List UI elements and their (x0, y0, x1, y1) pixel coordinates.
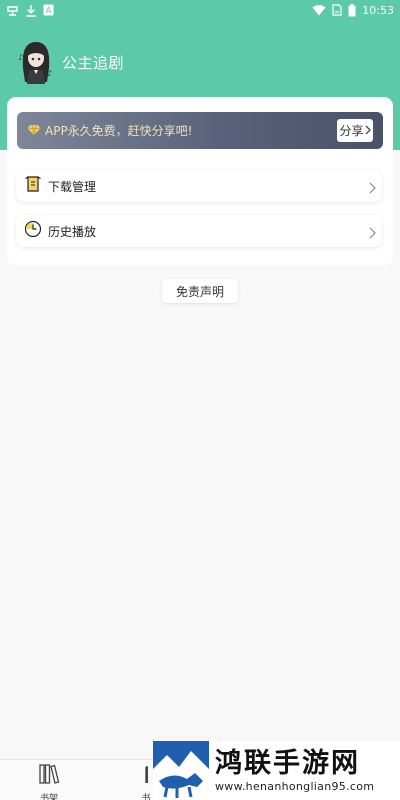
menu-item-label: 历史播放 (48, 224, 97, 239)
clock-icon (24, 220, 42, 242)
chevron-right-icon (369, 179, 376, 198)
menu-item-download-manage[interactable]: 下载管理 (16, 170, 382, 202)
disclaimer-button[interactable]: 免责声明 (162, 279, 238, 303)
share-button[interactable]: 分享 (337, 119, 373, 142)
svg-text:A: A (46, 6, 52, 15)
watermark: 鸿联手游网 www.henanhonglian95.com (153, 741, 400, 800)
status-bar: A 10:53 (0, 0, 400, 20)
chevron-right-icon (369, 224, 376, 243)
wifi-icon (312, 3, 326, 17)
chevron-right-icon (365, 124, 371, 138)
bug-icon (6, 3, 19, 17)
nav-item-bookshelf[interactable]: 书架 (29, 760, 69, 800)
bookshelf-icon (37, 762, 61, 790)
svg-text:♪: ♪ (47, 69, 52, 78)
download-icon (25, 3, 37, 17)
diamond-icon (27, 121, 41, 140)
sim-icon (332, 3, 342, 17)
download-shirt-icon (24, 175, 42, 197)
battery-icon (348, 3, 356, 17)
menu-item-label: 下载管理 (48, 179, 97, 194)
watermark-title: 鸿联手游网 (215, 748, 360, 779)
avatar[interactable]: ♪ ♪ (16, 38, 56, 86)
status-time: 10:53 (362, 3, 394, 17)
text-a-icon: A (43, 3, 54, 17)
profile-header[interactable]: ♪ ♪ 公主追剧 (16, 38, 124, 86)
watermark-logo (153, 741, 209, 800)
nav-label: 书架 (39, 794, 58, 800)
share-label: 分享 (339, 124, 364, 138)
banner-text: APP永久免费，赶快分享吧! (45, 124, 193, 138)
menu-item-history[interactable]: 历史播放 (16, 215, 382, 247)
watermark-url: www.henanhonglian95.com (215, 780, 375, 793)
menu-card: APP永久免费，赶快分享吧! 分享 下载管理 历史播放 (7, 97, 393, 265)
profile-name: 公主追剧 (62, 53, 125, 72)
nav-label: 书 (141, 794, 151, 800)
share-banner[interactable]: APP永久免费，赶快分享吧! 分享 (17, 112, 383, 149)
svg-text:♪: ♪ (18, 53, 23, 62)
